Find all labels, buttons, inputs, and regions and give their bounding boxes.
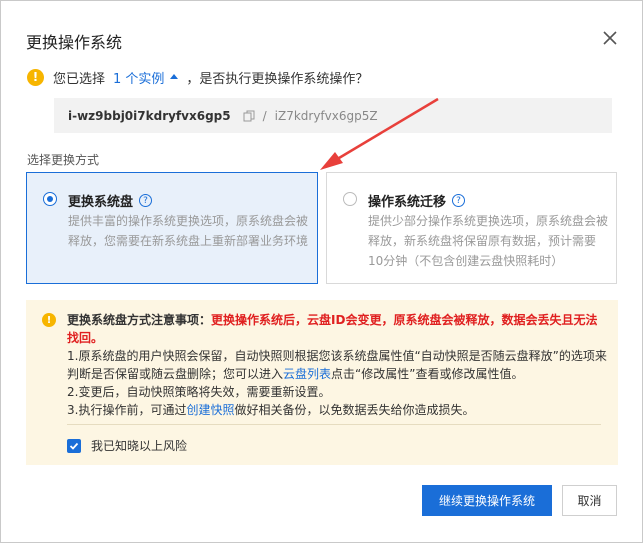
notice-line2: 2.变更后，自动快照策略将失效，需要重新设置。 [67,385,331,399]
copy-icon[interactable] [243,110,255,122]
notice-title: 更换系统盘方式注意事项： [67,313,212,327]
radio-os-migration[interactable] [343,192,357,206]
dialog-title: 更换操作系统 [26,33,123,52]
notice-line3-text: 3.执行操作前，可通过 [67,403,187,417]
acknowledge-row[interactable]: 我已知晓以上风险 [67,437,187,454]
create-snapshot-link[interactable]: 创建快照 [186,403,234,417]
disk-list-link[interactable]: 云盘列表 [283,367,331,381]
warning-icon: ! [27,68,44,86]
notice-body: 更换系统盘方式注意事项：更换操作系统后，云盘ID会变更，原系统盘会被释放，数据会… [67,311,607,419]
method-label: 选择更换方式 [27,153,100,167]
help-icon[interactable]: ? [452,194,466,207]
radio-replace-system-disk[interactable] [43,192,57,206]
continue-button[interactable]: 继续更换操作系统 [422,485,552,516]
instance-id: i-wz9bbj0i7kdryfvx6gp5 [68,108,231,123]
close-icon[interactable] [601,29,619,47]
option-description: 提供丰富的操作系统更换选项，原系统盘会被释放，您需要在新系统盘上重新部署业务环境 [68,214,309,248]
cancel-button[interactable]: 取消 [562,485,617,516]
id-separator: / [262,108,267,123]
option-replace-system-disk[interactable]: 更换系统盘 ? 提供丰富的操作系统更换选项，原系统盘会被释放，您需要在新系统盘上… [26,172,318,284]
question-prefix: 您已选择 [53,71,106,87]
option-title-text: 操作系统迁移 [368,195,447,210]
notice-box: ! 更换系统盘方式注意事项：更换操作系统后，云盘ID会变更，原系统盘会被释放，数… [26,300,618,465]
option-description: 提供少部分操作系统更换选项，原系统盘会被释放，新系统盘将保留原有数据，预计需要1… [368,214,609,268]
acknowledge-checkbox[interactable] [67,438,81,453]
divider [67,424,601,425]
warning-icon: ! [42,313,56,327]
option-title: 更换系统盘 ? [68,191,153,210]
disk-id: iZ7kdryfvx6gp5Z [274,108,378,123]
question-suffix: ，是否执行更换操作系统操作？ [186,71,369,87]
caret-up-icon[interactable] [170,73,179,79]
option-title: 操作系统迁移 ? [368,191,466,210]
help-icon[interactable]: ? [139,194,153,207]
acknowledge-label: 我已知晓以上风险 [91,439,188,453]
selection-question: ! 您已选择 1 个实例 ，是否执行更换操作系统操作？ [27,67,368,87]
instance-count-link[interactable]: 1 个实例 [113,68,164,87]
instance-info: i-wz9bbj0i7kdryfvx6gp5 / iZ7kdryfvx6gp5Z [54,98,612,133]
notice-line1-text-end: 点击“修改属性”查看或修改属性值。 [331,367,524,381]
option-os-migration[interactable]: 操作系统迁移 ? 提供少部分操作系统更换选项，原系统盘会被释放，新系统盘将保留原… [326,172,617,284]
option-title-text: 更换系统盘 [68,195,134,210]
notice-line3-text-end: 做好相关备份，以免数据丢失给你造成损失。 [234,403,475,417]
change-os-dialog: 更换操作系统 ! 您已选择 1 个实例 ，是否执行更换操作系统操作？ i-wz9… [0,0,643,543]
